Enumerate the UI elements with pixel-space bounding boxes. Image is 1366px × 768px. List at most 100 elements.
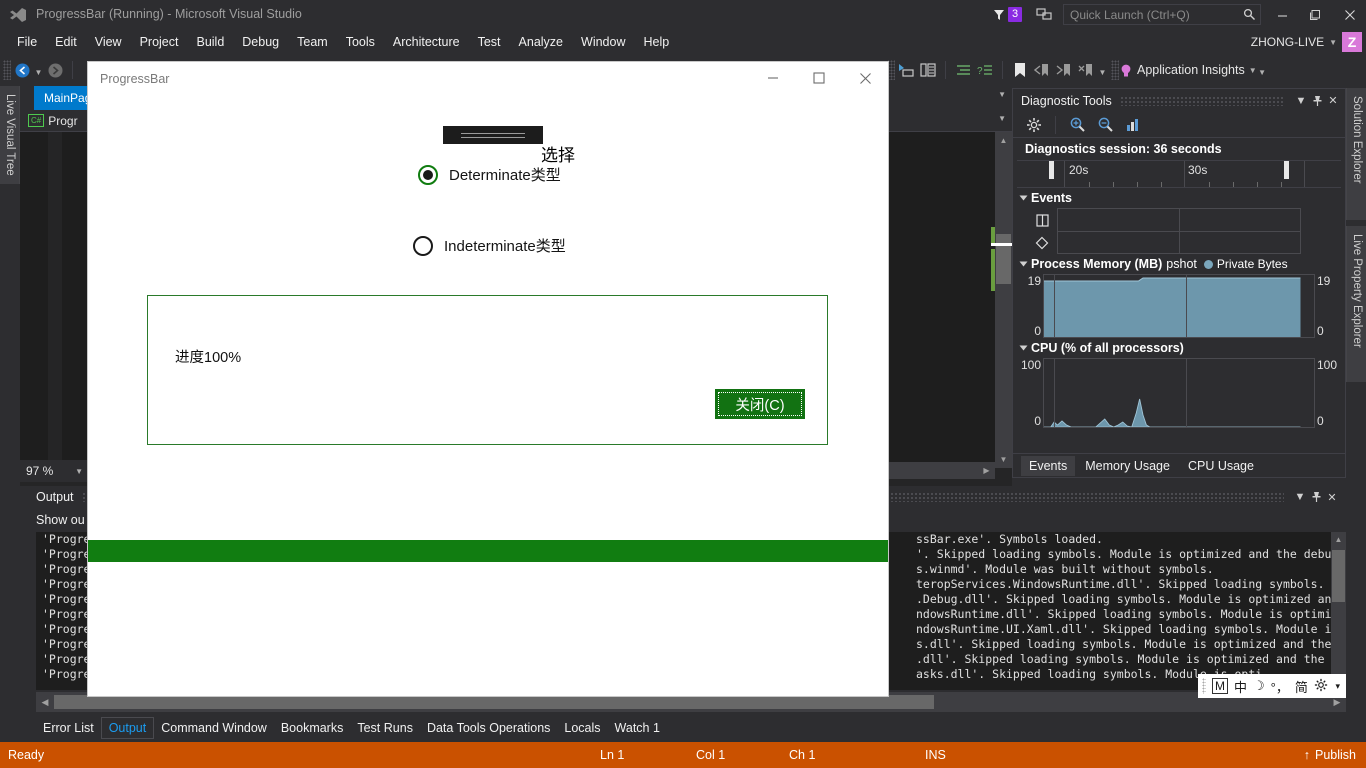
comment-icon[interactable]: ? bbox=[974, 59, 996, 81]
chevron-down-icon[interactable]: ▼ bbox=[1293, 92, 1309, 110]
pin-icon[interactable] bbox=[1309, 92, 1325, 110]
zoom-in-icon[interactable] bbox=[1064, 114, 1090, 136]
menu-item-test[interactable]: Test bbox=[469, 32, 510, 52]
close-icon[interactable]: ✕ bbox=[1325, 92, 1341, 110]
scroll-thumb[interactable] bbox=[54, 695, 934, 709]
indent-icon[interactable] bbox=[952, 59, 974, 81]
app-close-button[interactable] bbox=[842, 62, 888, 94]
gear-icon[interactable] bbox=[1314, 678, 1328, 695]
tab-bookmarks[interactable]: Bookmarks bbox=[274, 718, 351, 738]
menu-item-project[interactable]: Project bbox=[131, 32, 188, 52]
navigate-back-icon[interactable] bbox=[11, 59, 33, 81]
toolbar-grip-3[interactable] bbox=[1111, 60, 1119, 80]
editor-vertical-scrollbar[interactable]: ▲ ▼ bbox=[991, 132, 1012, 468]
send-feedback-icon[interactable] bbox=[1036, 7, 1052, 24]
ime-drag-grip[interactable] bbox=[1202, 678, 1206, 694]
gear-icon[interactable] bbox=[1021, 114, 1047, 136]
app-maximize-button[interactable] bbox=[796, 62, 842, 94]
toolbar-grip[interactable] bbox=[3, 60, 11, 80]
output-vertical-scrollbar[interactable]: ▲ bbox=[1331, 532, 1346, 690]
menu-item-analyze[interactable]: Analyze bbox=[510, 32, 572, 52]
close-button[interactable] bbox=[1337, 4, 1363, 26]
navbar-type-selector[interactable]: C# Progr bbox=[20, 114, 86, 128]
sidebar-item-live-visual-tree[interactable]: Live Visual Tree bbox=[0, 86, 20, 184]
cpu-graph[interactable] bbox=[1043, 358, 1315, 428]
menu-item-help[interactable]: Help bbox=[634, 32, 678, 52]
tab-error-list[interactable]: Error List bbox=[36, 718, 101, 738]
ime-overflow-icon[interactable]: ▾ bbox=[1335, 681, 1340, 691]
bookmark-next-icon[interactable] bbox=[1053, 59, 1075, 81]
menu-item-edit[interactable]: Edit bbox=[46, 32, 86, 52]
menu-item-file[interactable]: File bbox=[8, 32, 46, 52]
menu-item-window[interactable]: Window bbox=[572, 32, 634, 52]
scroll-thumb[interactable] bbox=[1332, 550, 1345, 602]
radio-indeterminate[interactable]: Indeterminate类型 bbox=[413, 235, 566, 256]
step-into-icon[interactable] bbox=[895, 59, 917, 81]
zoom-out-icon[interactable] bbox=[1092, 114, 1118, 136]
chevron-down-icon[interactable]: ▼ bbox=[1292, 488, 1308, 506]
minimize-button[interactable] bbox=[1269, 4, 1295, 26]
scroll-thumb[interactable] bbox=[996, 234, 1011, 284]
chevron-down-icon[interactable]: ▼ bbox=[75, 467, 83, 476]
tab-memory-usage[interactable]: Memory Usage bbox=[1077, 456, 1178, 476]
scroll-up-icon[interactable]: ▲ bbox=[1331, 532, 1346, 546]
chart-icon[interactable] bbox=[1120, 114, 1146, 136]
tab-command-window[interactable]: Command Window bbox=[154, 718, 274, 738]
notifications-indicator[interactable]: 3 bbox=[992, 7, 1023, 22]
publish-button[interactable]: ↑ Publish bbox=[1304, 748, 1356, 762]
navigate-back-dropdown-icon[interactable]: ▼ bbox=[33, 59, 44, 81]
close-icon[interactable]: ✕ bbox=[1324, 488, 1340, 506]
radio-determinate[interactable]: Determinate类型 bbox=[418, 164, 561, 185]
menu-item-tools[interactable]: Tools bbox=[337, 32, 384, 52]
diagnostics-timeline[interactable]: 20s 30s bbox=[1017, 160, 1341, 188]
ime-chinese-icon[interactable]: 中 bbox=[1234, 677, 1247, 696]
tab-events[interactable]: Events bbox=[1021, 455, 1076, 476]
ime-halfwidth-icon[interactable]: ☽ bbox=[1253, 678, 1265, 694]
cpu-section-header[interactable]: CPU (% of all processors) bbox=[1013, 338, 1345, 358]
app-minimize-button[interactable] bbox=[750, 62, 796, 94]
sidebar-item-live-property-explorer[interactable]: Live Property Explorer bbox=[1346, 226, 1366, 382]
sidebar-item-solution-explorer[interactable]: Solution Explorer bbox=[1346, 88, 1366, 220]
ime-mode-icon[interactable]: M bbox=[1212, 678, 1228, 694]
tab-watch-1[interactable]: Watch 1 bbox=[608, 718, 667, 738]
tab-output[interactable]: Output bbox=[100, 717, 155, 739]
events-track-row[interactable] bbox=[1035, 209, 1300, 231]
menu-item-debug[interactable]: Debug bbox=[233, 32, 288, 52]
chevron-down-icon[interactable]: ▼ bbox=[1249, 66, 1257, 75]
menu-item-build[interactable]: Build bbox=[187, 32, 233, 52]
menu-item-team[interactable]: Team bbox=[288, 32, 337, 52]
tab-data-tools-operations[interactable]: Data Tools Operations bbox=[420, 718, 557, 738]
maximize-button[interactable] bbox=[1302, 4, 1328, 26]
bookmark-icon[interactable] bbox=[1009, 59, 1031, 81]
scroll-down-icon[interactable]: ▼ bbox=[995, 451, 1012, 468]
tab-list-chevron-icon[interactable]: ▼ bbox=[998, 90, 1006, 99]
menu-item-architecture[interactable]: Architecture bbox=[384, 32, 469, 52]
events-section-header[interactable]: Events bbox=[1013, 188, 1345, 208]
bookmark-prev-icon[interactable] bbox=[1031, 59, 1053, 81]
toolbar-overflow-icon[interactable]: ▼ bbox=[1257, 59, 1268, 81]
events-track-row[interactable] bbox=[1035, 231, 1300, 253]
toolbar-grip-2[interactable] bbox=[887, 60, 895, 80]
scroll-right-icon[interactable]: ▶ bbox=[978, 462, 995, 479]
ime-simplified-icon[interactable]: 简 bbox=[1295, 677, 1308, 696]
pin-icon[interactable] bbox=[1308, 488, 1324, 506]
bookmark-clear-icon[interactable] bbox=[1075, 59, 1097, 81]
application-insights-button[interactable]: Application Insights ▼ bbox=[1119, 63, 1257, 78]
tab-test-runs[interactable]: Test Runs bbox=[350, 718, 420, 738]
menu-item-view[interactable]: View bbox=[86, 32, 131, 52]
ime-punctuation-icon[interactable]: °， bbox=[1271, 677, 1289, 696]
editor-zoom-selector[interactable]: 97 % ▼ bbox=[20, 460, 88, 482]
navbar-chevron-icon[interactable]: ▼ bbox=[998, 114, 1006, 123]
tab-cpu-usage[interactable]: CPU Usage bbox=[1180, 456, 1262, 476]
scroll-left-icon[interactable]: ◀ bbox=[36, 692, 54, 712]
navigate-forward-icon[interactable] bbox=[44, 59, 66, 81]
bookmark-dropdown-icon[interactable]: ▼ bbox=[1097, 59, 1108, 81]
step-over-icon[interactable] bbox=[917, 59, 939, 81]
drag-grip[interactable] bbox=[1119, 95, 1285, 106]
scroll-up-icon[interactable]: ▲ bbox=[995, 132, 1012, 149]
dialog-close-button[interactable]: 关闭(C) bbox=[715, 389, 805, 419]
quick-launch-input[interactable]: Quick Launch (Ctrl+Q) bbox=[1063, 4, 1261, 25]
memory-graph[interactable] bbox=[1043, 274, 1315, 338]
memory-section-header[interactable]: Process Memory (MB) pshot Private Bytes bbox=[1013, 254, 1345, 274]
tab-locals[interactable]: Locals bbox=[557, 718, 607, 738]
